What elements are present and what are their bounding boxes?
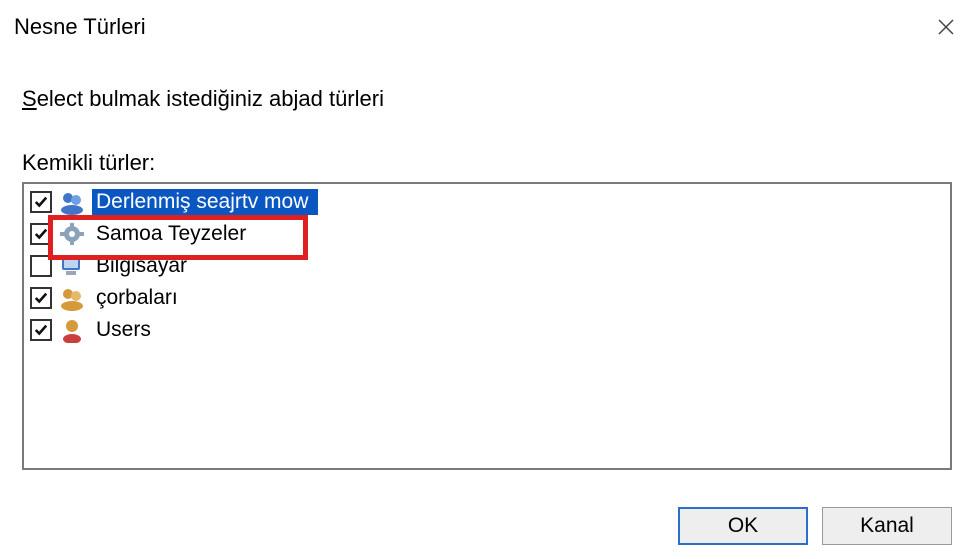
checkbox[interactable]	[30, 191, 52, 213]
list-item[interactable]: çorbaları	[24, 282, 950, 314]
checkbox[interactable]	[30, 255, 52, 277]
checkmark-icon	[34, 323, 48, 337]
list-item-label: Users	[92, 317, 155, 343]
user-icon	[58, 317, 86, 343]
titlebar: Nesne Türleri	[0, 0, 974, 50]
prompt-text: Select bulmak istediğiniz abjad türleri	[22, 86, 952, 112]
checkmark-icon	[34, 227, 48, 241]
checkmark-icon	[34, 291, 48, 305]
cancel-button[interactable]: Kanal	[822, 507, 952, 545]
gear-icon	[58, 221, 86, 247]
list-label: Kemikli türler:	[22, 150, 952, 176]
checkbox[interactable]	[30, 319, 52, 341]
computer-icon	[58, 253, 86, 279]
group-icon	[58, 189, 86, 215]
list-item[interactable]: Users	[24, 314, 950, 346]
list-item[interactable]: Samoa Teyzeler	[24, 218, 950, 250]
button-bar: OK Kanal	[0, 489, 974, 559]
list-item-label: çorbaları	[92, 285, 182, 311]
group-icon	[58, 285, 86, 311]
list-item-label: Samoa Teyzeler	[92, 221, 250, 247]
checkmark-icon	[34, 195, 48, 209]
prompt-accelerator: S	[22, 86, 37, 111]
close-icon	[937, 18, 955, 36]
list-item[interactable]: Bilgisayar	[24, 250, 950, 282]
object-types-list[interactable]: Derlenmiş seajrtv mow Samoa Teyzeler Bil…	[22, 182, 952, 470]
list-item-label: Bilgisayar	[92, 253, 191, 279]
close-button[interactable]	[930, 11, 962, 43]
prompt-rest: elect bulmak istediğiniz abjad türleri	[37, 86, 384, 111]
checkbox[interactable]	[30, 287, 52, 309]
list-item[interactable]: Derlenmiş seajrtv mow	[24, 186, 950, 218]
dialog-window: Nesne Türleri Select bulmak istediğiniz …	[0, 0, 974, 559]
ok-button[interactable]: OK	[678, 507, 808, 545]
content-area: Select bulmak istediğiniz abjad türleri …	[0, 50, 974, 489]
dialog-title: Nesne Türleri	[14, 14, 146, 40]
checkbox[interactable]	[30, 223, 52, 245]
list-item-label: Derlenmiş seajrtv mow	[92, 189, 318, 215]
